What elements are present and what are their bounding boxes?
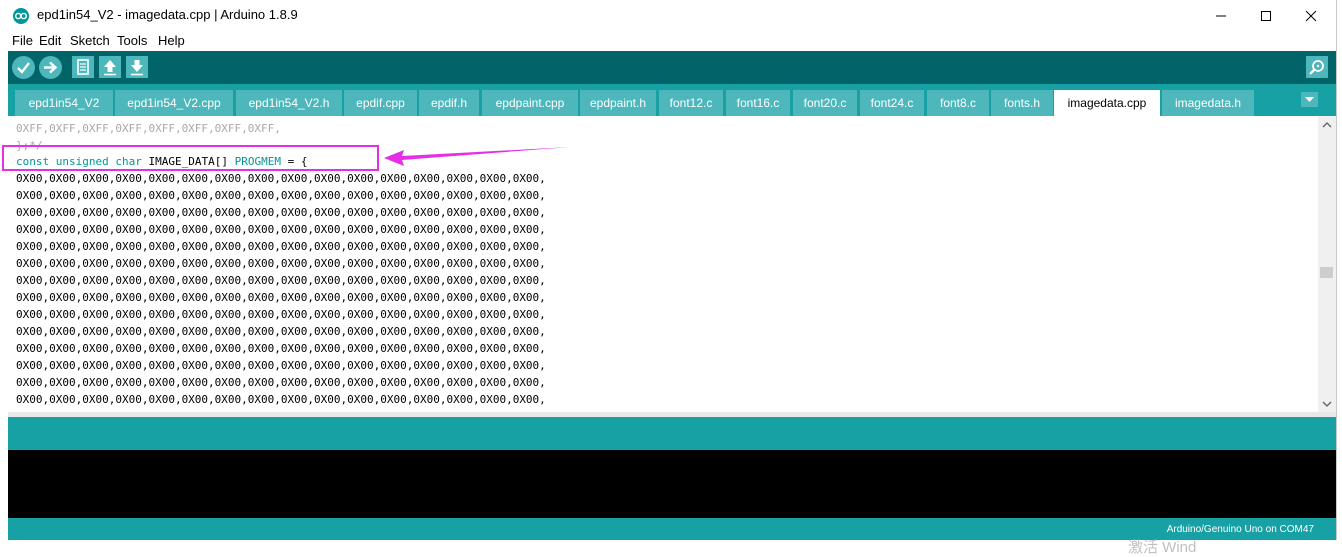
minimize-button[interactable] bbox=[1198, 0, 1244, 31]
toolbar bbox=[8, 51, 1336, 84]
tab-font24-c[interactable]: font24.c bbox=[860, 90, 924, 116]
code-line-data: 0X00,0X00,0X00,0X00,0X00,0X00,0X00,0X00,… bbox=[16, 189, 546, 202]
arduino-ide-window: epd1in54_V2 - imagedata.cpp | Arduino 1.… bbox=[0, 0, 1337, 547]
tab-epd1in54-v2-h[interactable]: epd1in54_V2.h bbox=[236, 90, 342, 116]
console-output bbox=[8, 450, 1336, 518]
tab-fonts-h[interactable]: fonts.h bbox=[991, 90, 1053, 116]
code-line-data: 0X00,0X00,0X00,0X00,0X00,0X00,0X00,0X00,… bbox=[16, 240, 546, 253]
code-line-data: 0X00,0X00,0X00,0X00,0X00,0X00,0X00,0X00,… bbox=[16, 308, 546, 321]
code-line-data: 0X00,0X00,0X00,0X00,0X00,0X00,0X00,0X00,… bbox=[16, 359, 546, 372]
title-bar: epd1in54_V2 - imagedata.cpp | Arduino 1.… bbox=[0, 0, 1336, 31]
code-line-data: 0X00,0X00,0X00,0X00,0X00,0X00,0X00,0X00,… bbox=[16, 206, 546, 219]
verify-button[interactable] bbox=[12, 56, 35, 79]
menu-tools[interactable]: Tools bbox=[117, 33, 147, 48]
checkmark-icon bbox=[17, 62, 30, 74]
close-button[interactable] bbox=[1288, 0, 1334, 31]
menu-file[interactable]: File bbox=[12, 33, 33, 48]
magnifier-icon bbox=[1309, 60, 1324, 75]
tab-epdif-cpp[interactable]: epdif.cpp bbox=[344, 90, 417, 116]
save-sketch-button[interactable] bbox=[126, 56, 148, 78]
arrow-right-icon bbox=[44, 61, 58, 74]
maximize-button[interactable] bbox=[1243, 0, 1289, 31]
tab-font8-c[interactable]: font8.c bbox=[927, 90, 989, 116]
arduino-logo-icon bbox=[13, 8, 29, 24]
window-title: epd1in54_V2 - imagedata.cpp | Arduino 1.… bbox=[37, 7, 298, 22]
code-line-data: 0X00,0X00,0X00,0X00,0X00,0X00,0X00,0X00,… bbox=[16, 274, 546, 287]
code-line-data: 0X00,0X00,0X00,0X00,0X00,0X00,0X00,0X00,… bbox=[16, 172, 546, 185]
new-file-icon bbox=[77, 59, 89, 75]
menu-sketch[interactable]: Sketch bbox=[70, 33, 110, 48]
serial-monitor-button[interactable] bbox=[1306, 56, 1328, 78]
annotation-arrow-icon bbox=[384, 147, 570, 166]
tab-font16-c[interactable]: font16.c bbox=[726, 90, 790, 116]
tab-bar: epd1in54_V2 epd1in54_V2.cpp epd1in54_V2.… bbox=[8, 84, 1336, 116]
menu-bar: File Edit Sketch Tools Help bbox=[0, 31, 1336, 51]
code-line-data: 0X00,0X00,0X00,0X00,0X00,0X00,0X00,0X00,… bbox=[16, 223, 546, 236]
scroll-up-icon[interactable] bbox=[1318, 119, 1336, 131]
menu-help[interactable]: Help bbox=[158, 33, 185, 48]
code-line-data: 0X00,0X00,0X00,0X00,0X00,0X00,0X00,0X00,… bbox=[16, 325, 546, 338]
tab-epdpaint-cpp[interactable]: epdpaint.cpp bbox=[482, 90, 578, 116]
highlight-annotation-box bbox=[2, 145, 379, 171]
tab-epd1in54-v2[interactable]: epd1in54_V2 bbox=[15, 90, 113, 116]
code-line-data: 0X00,0X00,0X00,0X00,0X00,0X00,0X00,0X00,… bbox=[16, 257, 546, 270]
new-sketch-button[interactable] bbox=[72, 56, 94, 78]
code-line-data: 0X00,0X00,0X00,0X00,0X00,0X00,0X00,0X00,… bbox=[16, 376, 546, 389]
tab-menu-button[interactable] bbox=[1301, 92, 1318, 107]
board-port-label: Arduino/Genuino Uno on COM47 bbox=[1166, 524, 1314, 535]
scroll-thumb[interactable] bbox=[1320, 267, 1333, 278]
arrow-down-icon bbox=[131, 60, 143, 76]
status-bar bbox=[8, 417, 1336, 450]
upload-button[interactable] bbox=[39, 56, 62, 79]
code-line-data: 0X00,0X00,0X00,0X00,0X00,0X00,0X00,0X00,… bbox=[16, 342, 546, 355]
code-line-prev: 0XFF,0XFF,0XFF,0XFF,0XFF,0XFF,0XFF,0XFF, bbox=[16, 122, 281, 135]
tab-font12-c[interactable]: font12.c bbox=[659, 90, 723, 116]
triangle-down-icon bbox=[1305, 97, 1314, 102]
arrow-up-icon bbox=[104, 60, 116, 76]
editor-vertical-scrollbar[interactable] bbox=[1318, 116, 1336, 412]
code-line-data: 0X00,0X00,0X00,0X00,0X00,0X00,0X00,0X00,… bbox=[16, 291, 546, 304]
tab-epdif-h[interactable]: epdif.h bbox=[419, 90, 479, 116]
scroll-down-icon[interactable] bbox=[1318, 398, 1336, 410]
tab-imagedata-cpp[interactable]: imagedata.cpp bbox=[1054, 90, 1160, 116]
tab-imagedata-h[interactable]: imagedata.h bbox=[1162, 90, 1254, 116]
menu-edit[interactable]: Edit bbox=[39, 33, 61, 48]
open-sketch-button[interactable] bbox=[99, 56, 121, 78]
tab-epdpaint-h[interactable]: epdpaint.h bbox=[580, 90, 656, 116]
tab-epd1in54-v2-cpp[interactable]: epd1in54_V2.cpp bbox=[115, 90, 233, 116]
tab-font20-c[interactable]: font20.c bbox=[793, 90, 857, 116]
code-line-data: 0X00,0X00,0X00,0X00,0X00,0X00,0X00,0X00,… bbox=[16, 393, 546, 406]
